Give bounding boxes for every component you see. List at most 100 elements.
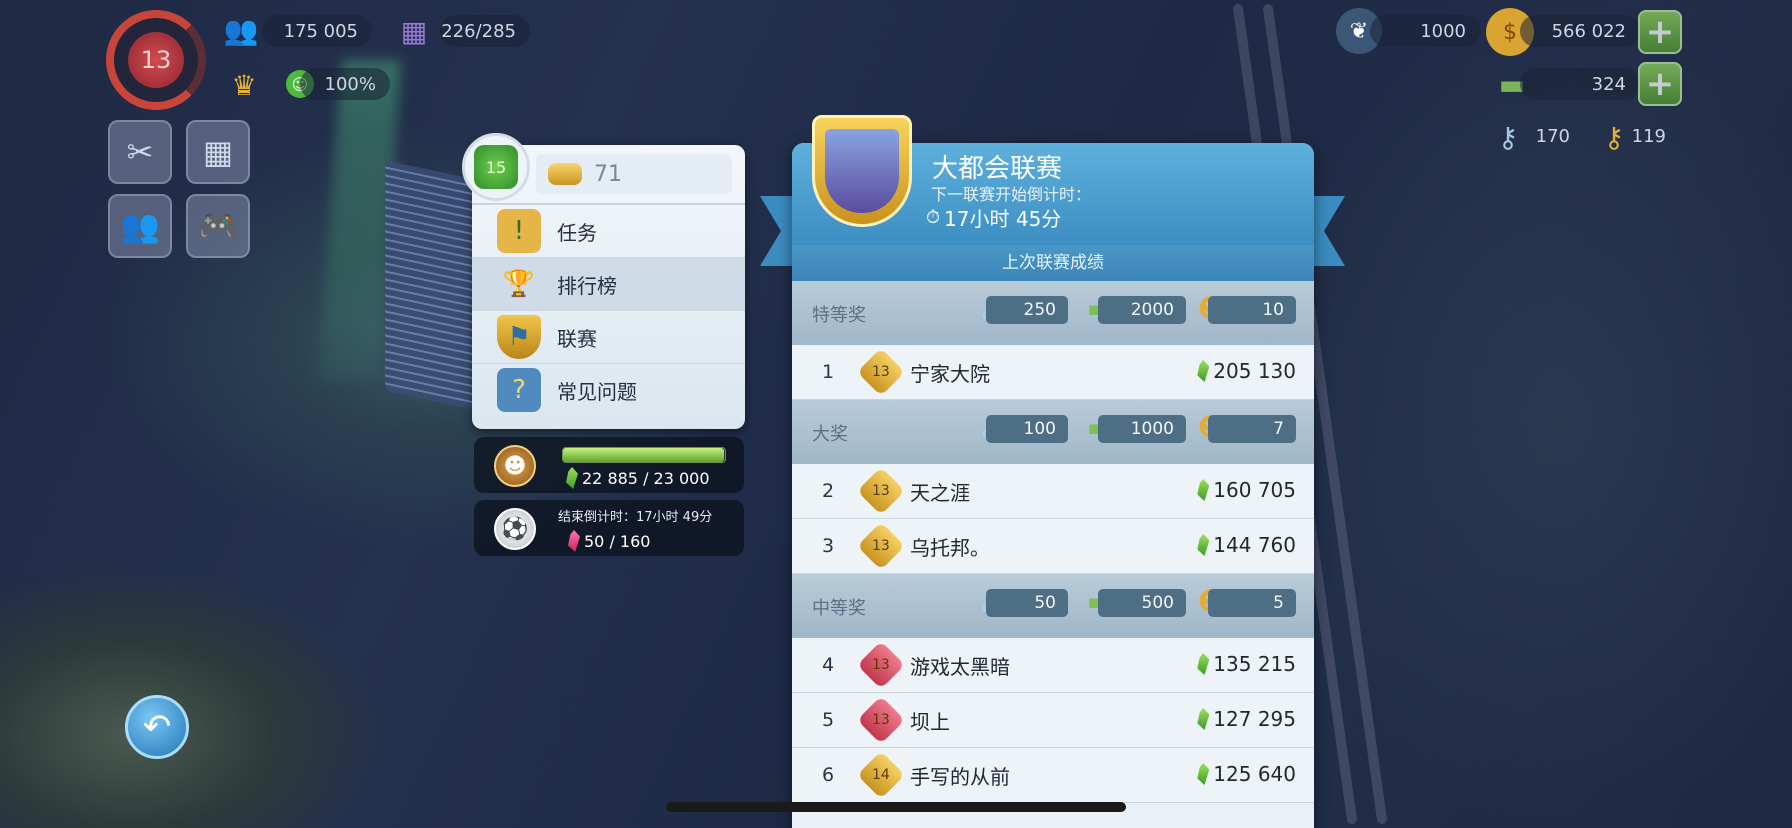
level-value: 14 bbox=[872, 766, 890, 783]
level-value: 13 bbox=[872, 363, 890, 380]
calendar-button[interactable]: ▦ bbox=[186, 120, 250, 184]
gem-icon bbox=[1197, 708, 1210, 730]
leaderboard-row[interactable]: 2 13 天之涯 160 705 bbox=[792, 464, 1314, 519]
league-timer-text: 17小时 45分 bbox=[944, 207, 1062, 231]
vu-progress-card[interactable]: ☻ 22 885 / 23 000 bbox=[474, 437, 744, 493]
city-name: 乌托邦。 bbox=[910, 535, 990, 560]
reward-keys: 250 bbox=[986, 296, 1068, 324]
gem-icon bbox=[1197, 763, 1210, 785]
league-panel: 大都会联赛 下一联赛开始倒计时： ⏱ 17小时 45分 上次联赛成绩 特等奖⚷2… bbox=[792, 143, 1314, 828]
vu-progress-text: 22 885 / 23 000 bbox=[582, 468, 710, 488]
tier-name: 中等奖 bbox=[812, 598, 866, 619]
pink-gem-icon bbox=[568, 530, 580, 552]
reward-simcash: 1000 bbox=[1098, 415, 1186, 443]
menu-item-faq[interactable]: ? 常见问题 bbox=[472, 363, 745, 416]
level-star-badge: 13 bbox=[856, 695, 906, 745]
gem-icon bbox=[566, 467, 578, 489]
gamepad-button[interactable]: 🎮 bbox=[186, 194, 250, 258]
vip-crown-icon[interactable]: ♛ bbox=[214, 62, 274, 108]
score-value: 127 295 bbox=[1213, 707, 1296, 731]
tier-header: 特等奖⚷250▬2000☻10 bbox=[792, 281, 1314, 359]
skyscraper-building bbox=[385, 160, 475, 410]
league-subtitle: 下一联赛开始倒计时： bbox=[931, 185, 1092, 204]
player-level-badge[interactable]: 13 bbox=[128, 32, 184, 88]
reward-simcash: 2000 bbox=[1098, 296, 1186, 324]
tier-list: 特等奖⚷250▬2000☻101 13 宁家大院 205 130 大奖⚷100▬1000… bbox=[792, 281, 1314, 803]
menu-item-label: 任务 bbox=[557, 220, 597, 245]
score-value: 135 215 bbox=[1213, 652, 1296, 676]
rank-number: 1 bbox=[821, 361, 835, 383]
level-star-badge: 13 bbox=[856, 466, 906, 516]
club-level-badge: 15 bbox=[462, 133, 530, 201]
add-simoleons-button[interactable]: + bbox=[1638, 10, 1682, 54]
storage-icon[interactable]: ▦ bbox=[384, 6, 444, 56]
rank-number: 5 bbox=[821, 709, 835, 731]
simoleon-value: 566 022 bbox=[1520, 15, 1640, 47]
city-name: 坝上 bbox=[910, 709, 950, 734]
tools-button[interactable]: ✂ bbox=[108, 120, 172, 184]
menu-item-tasks[interactable]: ! 任务 bbox=[472, 204, 745, 257]
vu-progress-bar bbox=[562, 447, 726, 463]
level-star-badge: 14 bbox=[856, 750, 906, 800]
level-star-badge: 13 bbox=[856, 640, 906, 690]
happiness-value: 100% bbox=[300, 68, 390, 100]
menu-item-league[interactable]: ⚑ 联赛 bbox=[472, 310, 745, 363]
population-icon: 👥 bbox=[223, 13, 259, 47]
score: 135 215 bbox=[1197, 652, 1296, 676]
score: 144 760 bbox=[1197, 533, 1296, 557]
home-indicator[interactable] bbox=[666, 802, 1126, 812]
tier-header: 中等奖⚷50▬500☻5 bbox=[792, 574, 1314, 652]
city-emblem-icon bbox=[825, 129, 899, 213]
add-simcash-button[interactable]: + bbox=[1638, 62, 1682, 106]
gold-counter: 71 bbox=[536, 154, 732, 194]
score: 205 130 bbox=[1197, 359, 1296, 383]
score-value: 160 705 bbox=[1213, 478, 1296, 502]
menu-item-leaderboard[interactable]: 🏆 排行榜 bbox=[472, 257, 745, 310]
gem-icon bbox=[1197, 479, 1210, 501]
league-timer: ⏱ 17小时 45分 bbox=[926, 203, 1061, 232]
league-title: 大都会联赛 bbox=[932, 154, 1063, 184]
leaderboard-row[interactable]: 3 13 乌托邦。 144 760 bbox=[792, 519, 1314, 574]
menu-item-label: 联赛 bbox=[557, 326, 597, 351]
rank-number: 4 bbox=[821, 654, 835, 676]
leaderboard-row[interactable]: 6 14 手写的从前 125 640 bbox=[792, 748, 1314, 803]
level-value: 13 bbox=[872, 537, 890, 554]
club-level-value: 15 bbox=[474, 145, 518, 189]
reward-medals: 7 bbox=[1208, 415, 1296, 443]
leaderboard-row[interactable]: 4 13 游戏太黑暗 135 215 bbox=[792, 638, 1314, 693]
city-name: 天之涯 bbox=[910, 480, 970, 505]
neosimoleon-value: 1000 bbox=[1370, 15, 1480, 47]
level-value: 13 bbox=[872, 711, 890, 728]
score-value: 205 130 bbox=[1213, 359, 1296, 383]
stopwatch-icon: ⏱ bbox=[926, 207, 941, 228]
storage-value: 226/285 bbox=[440, 15, 530, 47]
reward-keys: 100 bbox=[986, 415, 1068, 443]
gem-icon bbox=[1197, 534, 1210, 556]
population-value: 175 005 bbox=[262, 15, 372, 47]
gold-value: 71 bbox=[594, 161, 622, 187]
league-shield-icon: ⚑ bbox=[497, 315, 541, 359]
level-star-badge: 13 bbox=[856, 347, 906, 397]
reward-keys: 50 bbox=[986, 589, 1068, 617]
trophy-icon: 🏆 bbox=[502, 269, 536, 299]
event-card[interactable]: ⚽ 结束倒计时：17小时 49分 50 / 160 bbox=[474, 500, 744, 556]
score: 125 640 bbox=[1197, 762, 1296, 786]
leaderboard-row[interactable]: 1 13 宁家大院 205 130 bbox=[792, 345, 1314, 400]
leaderboard-row[interactable]: 5 13 坝上 127 295 bbox=[792, 693, 1314, 748]
reward-simcash: 500 bbox=[1098, 589, 1186, 617]
vu-medal-icon: ☻ bbox=[494, 445, 536, 487]
back-button[interactable]: ↶ bbox=[125, 695, 189, 759]
gem-icon bbox=[1197, 360, 1210, 382]
section-title: 上次联赛成绩 bbox=[792, 245, 1314, 281]
event-progress: 50 / 160 bbox=[584, 531, 651, 551]
gem-icon bbox=[1197, 653, 1210, 675]
gold-bar-icon bbox=[548, 163, 582, 185]
event-countdown: 结束倒计时：17小时 49分 bbox=[558, 510, 713, 525]
score-value: 144 760 bbox=[1213, 533, 1296, 557]
rank-number: 6 bbox=[821, 764, 835, 786]
friends-button[interactable]: 👥 bbox=[108, 194, 172, 258]
level-value: 13 bbox=[872, 482, 890, 499]
golden-key-value: 119 bbox=[1631, 125, 1666, 147]
score-value: 125 640 bbox=[1213, 762, 1296, 786]
menu-item-label: 常见问题 bbox=[557, 379, 637, 404]
